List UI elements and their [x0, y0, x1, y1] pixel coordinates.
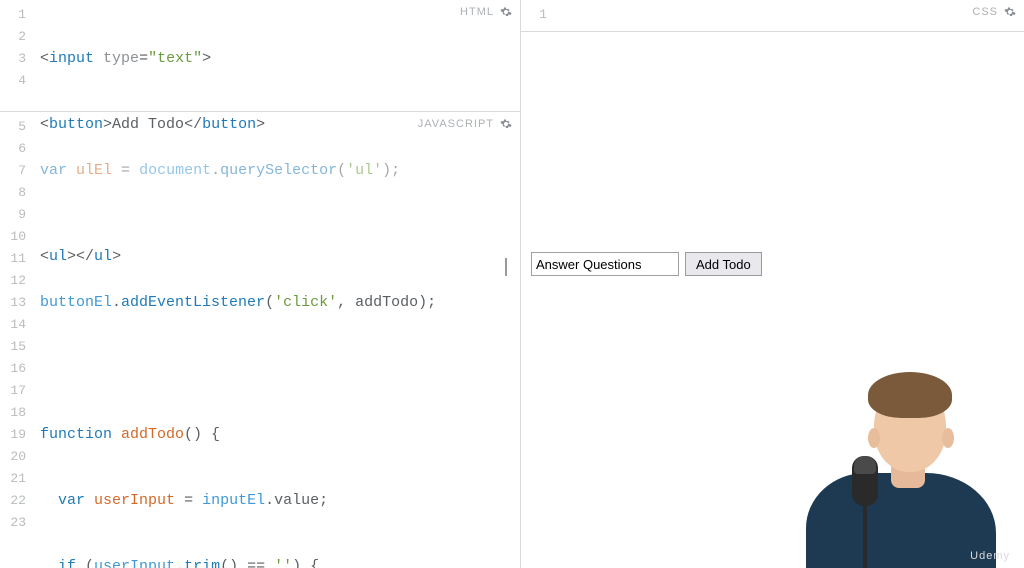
line-number: 11: [0, 248, 34, 270]
line-number: 21: [0, 468, 34, 490]
line-number: 23: [0, 512, 34, 534]
left-column: HTML 1 2 3 4 <input type="text"> <button…: [0, 0, 521, 568]
line-number: 10: [0, 226, 34, 248]
add-todo-button[interactable]: Add Todo: [685, 252, 762, 276]
line-number: 8: [0, 182, 34, 204]
css-gutter: 1: [521, 0, 555, 31]
line-number: 1: [521, 4, 555, 26]
css-pane-label: CSS: [972, 6, 1016, 18]
text-cursor-icon: [505, 258, 507, 276]
line-number: 13: [0, 292, 34, 314]
line-number: 22: [0, 490, 34, 512]
line-number: 4: [0, 70, 34, 92]
gear-icon[interactable]: [1004, 6, 1016, 18]
presenter-webcam: [796, 378, 1006, 568]
js-editor-pane[interactable]: JAVASCRIPT 5 6 7 8 9 10 11 12 13 14 15 1…: [0, 112, 520, 568]
line-number: 20: [0, 446, 34, 468]
js-code[interactable]: var ulEl = document.querySelector('ul');…: [40, 116, 514, 568]
js-gutter: 5 6 7 8 9 10 11 12 13 14 15 16 17 18 19 …: [0, 112, 34, 568]
line-number: 1: [0, 4, 34, 26]
line-number: 16: [0, 358, 34, 380]
html-editor-pane[interactable]: HTML 1 2 3 4 <input type="text"> <button…: [0, 0, 520, 112]
line-number: 19: [0, 424, 34, 446]
microphone-icon: [852, 456, 878, 568]
todo-input[interactable]: [531, 252, 679, 276]
line-number: 3: [0, 48, 34, 70]
codepen-layout: HTML 1 2 3 4 <input type="text"> <button…: [0, 0, 1024, 568]
line-number: 15: [0, 336, 34, 358]
right-column: CSS 1 Add Todo: [521, 0, 1024, 568]
line-number: 6: [0, 138, 34, 160]
line-number: 9: [0, 204, 34, 226]
line-number: 17: [0, 380, 34, 402]
css-label-text: CSS: [972, 6, 998, 18]
watermark: Udemy: [970, 550, 1010, 562]
line-number: 18: [0, 402, 34, 424]
html-gutter: 1 2 3 4: [0, 0, 34, 111]
css-editor-pane[interactable]: CSS 1: [521, 0, 1024, 32]
line-number: 5: [0, 116, 34, 138]
line-number: 2: [0, 26, 34, 48]
line-number: 14: [0, 314, 34, 336]
line-number: 12: [0, 270, 34, 292]
line-number: 7: [0, 160, 34, 182]
